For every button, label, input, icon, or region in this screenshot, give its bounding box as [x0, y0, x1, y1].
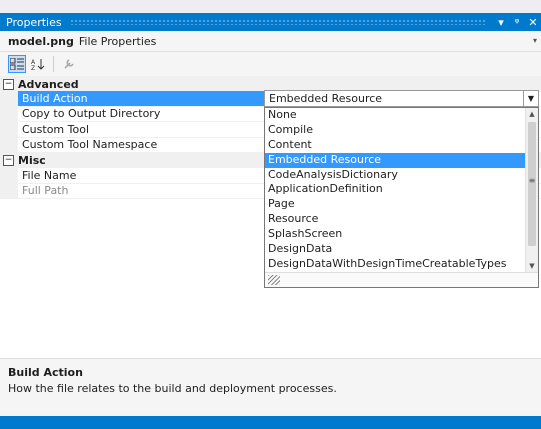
dropdown-resize-bar[interactable]	[265, 272, 538, 287]
thumb-grip-icon: ≡	[528, 176, 536, 185]
object-type: File Properties	[78, 34, 157, 48]
properties-toolbar: A Z	[0, 52, 541, 76]
resize-grip-icon[interactable]	[268, 275, 280, 285]
category-label: Misc	[18, 153, 46, 167]
toolbar-separator	[53, 56, 54, 72]
description-pane: Build Action How the file relates to the…	[0, 358, 541, 416]
description-title: Build Action	[8, 366, 83, 379]
dropdown-option[interactable]: Page	[265, 197, 525, 212]
dropdown-option[interactable]: Resource	[265, 212, 525, 227]
property-name: Custom Tool Namespace	[18, 137, 264, 153]
scroll-down-icon[interactable]: ▼	[526, 262, 538, 270]
build-action-dropdown-list[interactable]: None Compile Content Embedded Resource C…	[264, 107, 539, 288]
description-text: How the file relates to the build and de…	[8, 382, 337, 395]
dropdown-option[interactable]: Content	[265, 138, 525, 153]
dropdown-option[interactable]: None	[265, 108, 525, 123]
panel-title-bar[interactable]: Properties ▾ ᵠ ✕	[0, 13, 541, 31]
property-name: Copy to Output Directory	[18, 106, 264, 122]
dropdown-option-selected[interactable]: Embedded Resource	[265, 152, 525, 168]
object-selector-chevron-icon[interactable]: ▾	[533, 36, 537, 45]
pin-icon[interactable]: ᵠ	[509, 16, 525, 29]
bottom-accent-bar	[0, 416, 541, 429]
dropdown-scrollbar[interactable]: ▲ ≡ ▼	[525, 108, 538, 272]
dropdown-option[interactable]: SplashScreen	[265, 227, 525, 242]
alphabetical-icon[interactable]: A Z	[29, 55, 47, 73]
categorized-icon[interactable]	[8, 55, 26, 73]
svg-text:Z: Z	[31, 65, 35, 70]
collapse-icon[interactable]: −	[3, 154, 14, 166]
chevron-down-icon[interactable]: ▼	[523, 91, 538, 106]
dropdown-option[interactable]: DesignDataWithDesignTimeCreatableTypes	[265, 257, 525, 272]
title-grip	[69, 19, 485, 25]
collapse-icon[interactable]: −	[3, 78, 14, 90]
property-name: Full Path	[18, 183, 264, 199]
property-name: Custom Tool	[18, 122, 264, 138]
dropdown-option[interactable]: CodeAnalysisDictionary	[265, 168, 525, 183]
close-icon[interactable]: ✕	[525, 16, 541, 29]
top-strip	[0, 0, 541, 13]
property-name: File Name	[18, 168, 264, 184]
wrench-icon[interactable]	[60, 55, 78, 73]
panel-title: Properties	[6, 15, 62, 29]
dropdown-option[interactable]: DesignData	[265, 242, 525, 257]
object-name: model.png	[8, 34, 74, 48]
scroll-up-icon[interactable]: ▲	[526, 110, 538, 118]
dropdown-option[interactable]: ApplicationDefinition	[265, 182, 525, 197]
object-selector[interactable]: model.png File Properties ▾	[0, 31, 541, 52]
window-position-dropdown-icon[interactable]: ▾	[493, 16, 509, 29]
build-action-combo[interactable]: Embedded Resource ▼	[264, 90, 539, 107]
dropdown-option[interactable]: Compile	[265, 123, 525, 138]
property-name: Build Action	[18, 91, 264, 107]
category-label: Advanced	[18, 77, 79, 91]
combo-value: Embedded Resource	[269, 92, 383, 105]
